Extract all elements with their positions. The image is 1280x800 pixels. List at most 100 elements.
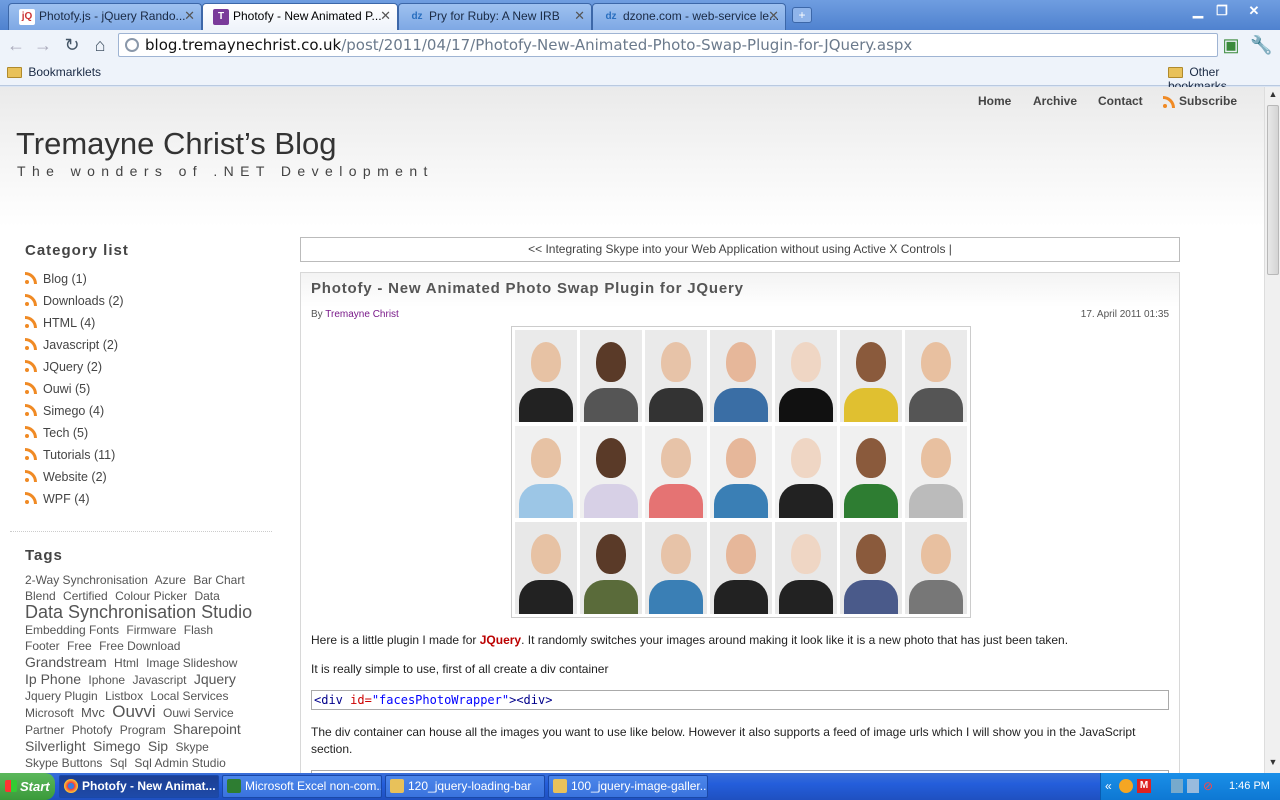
tag-link[interactable]: Program <box>120 723 166 737</box>
scroll-down-icon[interactable]: ▼ <box>1267 757 1279 769</box>
nav-contact-link[interactable]: Contact <box>1098 94 1143 108</box>
bookmark-folder-bookmarklets[interactable]: Bookmarklets <box>7 65 101 79</box>
scroll-thumb[interactable] <box>1267 105 1279 275</box>
tag-link[interactable]: Colour Picker <box>115 589 187 603</box>
category-label[interactable]: Ouwi (5) <box>43 382 90 396</box>
author-link[interactable]: Tremayne Christ <box>325 309 399 320</box>
page-scrollbar[interactable]: ▲ ▼ <box>1264 87 1280 773</box>
rss-icon[interactable] <box>25 404 37 416</box>
close-tab-icon[interactable]: ✕ <box>574 8 585 24</box>
tag-link[interactable]: Skype Buttons <box>25 756 102 770</box>
task-chrome-photofy[interactable]: Photofy - New Animat... <box>59 775 219 798</box>
reload-icon[interactable]: ↻ <box>61 34 83 56</box>
jquery-link[interactable]: JQuery <box>480 633 521 647</box>
restore-icon[interactable]: ❐ <box>1208 2 1236 20</box>
category-item[interactable]: Tutorials (11) <box>25 448 115 466</box>
tag-link[interactable]: Grandstream <box>25 654 107 670</box>
category-item[interactable]: Javascript (2) <box>25 338 118 356</box>
tag-link[interactable]: Sip <box>148 738 168 754</box>
close-tab-icon[interactable]: ✕ <box>768 8 779 24</box>
rss-icon[interactable] <box>25 272 37 284</box>
tag-link[interactable]: Jquery Plugin <box>25 689 98 703</box>
back-icon[interactable]: ← <box>5 34 27 56</box>
category-label[interactable]: Blog (1) <box>43 272 87 286</box>
tag-link[interactable]: Sql <box>110 756 127 770</box>
tag-link[interactable]: Sharepoint <box>173 721 241 737</box>
tag-link[interactable]: Ouvvi <box>112 702 155 721</box>
tray-volume-muted-icon[interactable]: ⊘ <box>1203 779 1215 793</box>
scroll-up-icon[interactable]: ▲ <box>1267 89 1279 101</box>
start-button[interactable]: Start <box>0 773 55 800</box>
new-tab-button[interactable]: + <box>792 7 812 23</box>
tab-pry-ruby[interactable]: dz Pry for Ruby: A New IRB ✕ <box>398 3 592 30</box>
previous-post-link[interactable]: << Integrating Skype into your Web Appli… <box>300 237 1180 262</box>
tag-link[interactable]: Html <box>114 656 139 670</box>
category-label[interactable]: Website (2) <box>43 470 107 484</box>
tag-link[interactable]: Image Slideshow <box>146 656 237 670</box>
tag-link[interactable]: Flash <box>184 623 213 637</box>
rss-icon[interactable] <box>25 316 37 328</box>
tag-link[interactable]: Azure <box>155 573 186 587</box>
tab-dzone-web-service[interactable]: dz dzone.com - web-service le... ✕ <box>592 3 786 30</box>
tag-link[interactable]: Mvc <box>81 705 105 720</box>
tag-link[interactable]: Blend <box>25 589 56 603</box>
category-label[interactable]: Downloads (2) <box>43 294 124 308</box>
post-title[interactable]: Photofy - New Animated Photo Swap Plugin… <box>311 280 744 297</box>
category-item[interactable]: WPF (4) <box>25 492 90 510</box>
rss-icon[interactable] <box>25 470 37 482</box>
tag-link[interactable]: Simego <box>93 738 140 754</box>
rss-icon[interactable] <box>25 492 37 504</box>
tag-link[interactable]: Certified <box>63 589 108 603</box>
tag-link[interactable]: Skype <box>175 740 208 754</box>
close-tab-icon[interactable]: ✕ <box>380 8 391 24</box>
address-bar[interactable]: blog.tremaynechrist.co.uk/post/2011/04/1… <box>118 33 1218 57</box>
rss-icon[interactable] <box>25 294 37 306</box>
rss-icon[interactable] <box>25 382 37 394</box>
task-folder-loading-bar[interactable]: 120_jquery-loading-bar <box>385 775 545 798</box>
home-icon[interactable]: ⌂ <box>89 34 111 56</box>
tag-link[interactable]: Ouwi Service <box>163 706 234 720</box>
category-item[interactable]: Simego (4) <box>25 404 104 422</box>
category-item[interactable]: Downloads (2) <box>25 294 124 312</box>
tag-link[interactable]: Local Services <box>150 689 228 703</box>
tag-link[interactable]: Microsoft <box>25 706 74 720</box>
rss-icon[interactable] <box>25 338 37 350</box>
tag-link[interactable]: Jquery <box>194 671 236 687</box>
tray-network-icon[interactable] <box>1171 779 1183 793</box>
category-label[interactable]: JQuery (2) <box>43 360 102 374</box>
tag-link[interactable]: Bar Chart <box>193 573 244 587</box>
task-excel[interactable]: Microsoft Excel non-com... <box>222 775 382 798</box>
blog-title[interactable]: Tremayne Christ’s Blog <box>16 126 336 162</box>
tag-link[interactable]: Silverlight <box>25 738 86 754</box>
category-item[interactable]: Ouwi (5) <box>25 382 90 400</box>
wrench-icon[interactable]: 🔧 <box>1250 34 1272 56</box>
tag-link[interactable]: Javascript <box>132 673 186 687</box>
category-label[interactable]: Simego (4) <box>43 404 104 418</box>
category-item[interactable]: HTML (4) <box>25 316 95 334</box>
tray-display-icon[interactable] <box>1187 779 1199 793</box>
tag-link[interactable]: 2-Way Synchronisation <box>25 573 148 587</box>
close-window-icon[interactable]: ✕ <box>1240 2 1268 20</box>
nav-archive-link[interactable]: Archive <box>1033 94 1077 108</box>
tag-link[interactable]: Data <box>194 589 219 603</box>
tag-link[interactable]: Listbox <box>105 689 143 703</box>
rss-icon[interactable] <box>25 426 37 438</box>
tag-link[interactable]: Partner <box>25 723 64 737</box>
tag-link[interactable]: Firmware <box>126 623 176 637</box>
category-item[interactable]: JQuery (2) <box>25 360 102 378</box>
tag-link[interactable]: Free <box>67 639 92 653</box>
forward-icon[interactable]: → <box>32 34 54 56</box>
task-folder-image-gallery[interactable]: 100_jquery-image-galler... <box>548 775 708 798</box>
tray-app-icon[interactable] <box>1119 779 1133 793</box>
rss-icon[interactable] <box>25 360 37 372</box>
tray-expand-icon[interactable]: « <box>1105 779 1112 793</box>
tag-link[interactable]: Sql Admin Studio <box>134 756 225 770</box>
category-item[interactable]: Tech (5) <box>25 426 88 444</box>
nav-subscribe-link[interactable]: Subscribe <box>1179 94 1237 108</box>
tray-m-icon[interactable]: M <box>1137 779 1151 793</box>
extension-icon[interactable]: ▣ <box>1220 34 1242 56</box>
tag-link[interactable]: Photofy <box>72 723 113 737</box>
category-label[interactable]: HTML (4) <box>43 316 95 330</box>
tab-photofy-js[interactable]: jQ Photofy.js - jQuery Rando... ✕ <box>8 3 202 30</box>
category-label[interactable]: WPF (4) <box>43 492 90 506</box>
